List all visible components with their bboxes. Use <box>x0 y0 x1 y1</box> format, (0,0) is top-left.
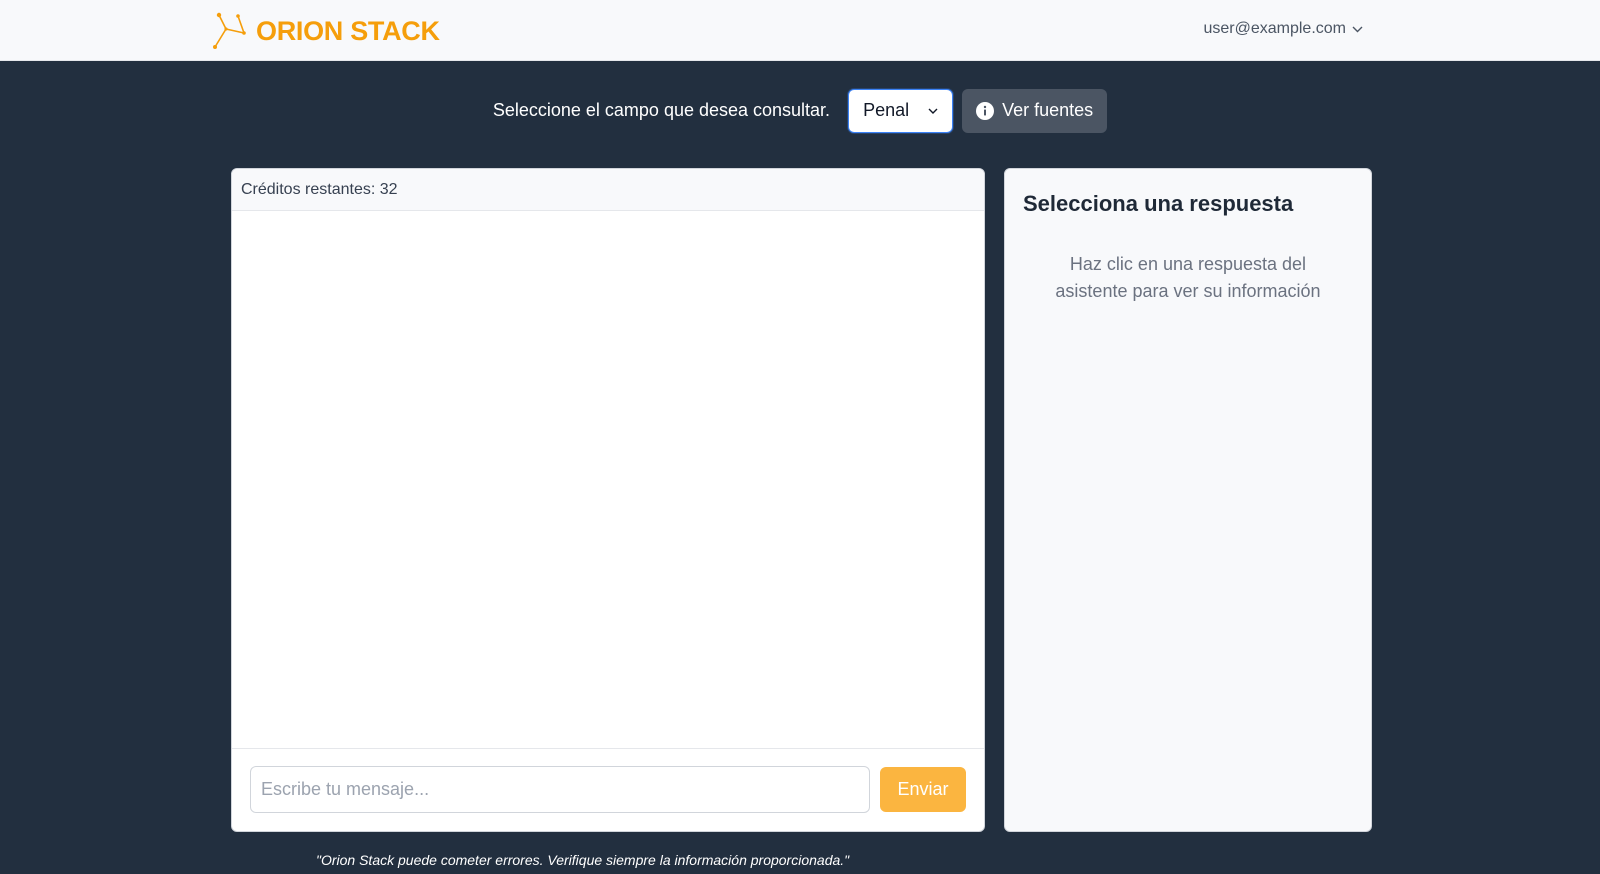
field-select-value: Penal <box>863 100 910 120</box>
message-composer: Enviar <box>232 747 984 831</box>
field-select[interactable]: Penal <box>848 88 954 133</box>
detail-hint: Haz clic en una respuesta del asistente … <box>1055 254 1321 301</box>
view-sources-label: Ver fuentes <box>1002 100 1094 120</box>
detail-title: Selecciona una respuesta <box>1023 191 1294 216</box>
disclaimer: "Orion Stack puede cometer errores. Veri… <box>316 852 850 868</box>
field-selector-label: Seleccione el campo que desea consultar. <box>492 100 831 120</box>
send-button[interactable]: Enviar <box>880 766 966 812</box>
response-detail-panel: Selecciona una respuesta Haz clic en una… <box>1004 168 1372 832</box>
user-menu[interactable]: user@example.com <box>1203 20 1363 38</box>
message-list[interactable] <box>232 211 984 749</box>
user-email: user@example.com <box>1203 20 1346 37</box>
brand-name: ORION STACK <box>256 15 440 46</box>
credits-remaining: Créditos restantes: 32 <box>241 181 398 198</box>
info-icon <box>976 101 995 120</box>
brand-logo[interactable]: ORION STACK <box>212 11 440 51</box>
constellation-icon <box>212 11 248 51</box>
field-selector-row: Seleccione el campo que desea consultar.… <box>0 88 1600 133</box>
chat-panel: Créditos restantes: 32 Enviar <box>231 168 985 832</box>
chevron-down-icon <box>1352 26 1363 33</box>
top-bar: ORION STACK user@example.com <box>0 0 1600 61</box>
message-input[interactable] <box>250 765 870 813</box>
chevron-down-icon <box>928 108 938 114</box>
view-sources-button[interactable]: Ver fuentes <box>962 88 1108 133</box>
credits-bar: Créditos restantes: 32 <box>232 169 984 211</box>
